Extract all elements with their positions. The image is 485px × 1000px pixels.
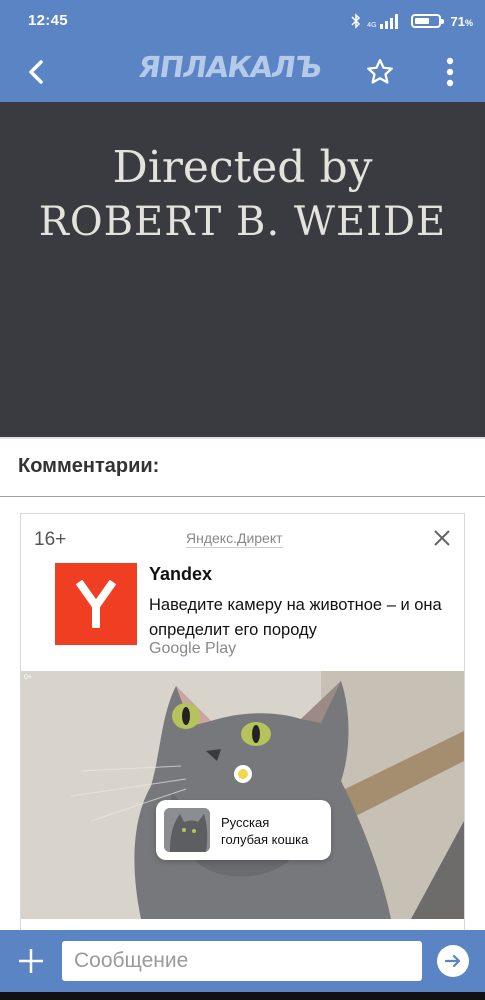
system-nav-strip — [0, 992, 485, 1000]
ad-image[interactable]: 0+ Русская голубая кошка — [21, 671, 464, 919]
cat-illustration — [21, 671, 464, 919]
ad-store-label[interactable]: Google Play — [149, 640, 236, 658]
send-button[interactable] — [437, 945, 469, 977]
divider — [0, 496, 485, 497]
close-icon — [434, 530, 450, 546]
status-icons: 4G 71% — [351, 11, 473, 31]
signal-icon: 4G — [367, 13, 400, 29]
status-bar: 12:45 4G 71% — [0, 0, 485, 42]
star-icon — [367, 59, 393, 84]
more-menu-button[interactable] — [436, 54, 464, 90]
breed-thumbnail — [164, 808, 210, 852]
ad-source-label[interactable]: Яндекс.Директ — [186, 530, 283, 548]
app-bar: ЯПЛАКАЛЪ — [0, 42, 485, 102]
battery-icon — [410, 14, 444, 28]
ad-close-button[interactable] — [430, 526, 454, 550]
plus-icon — [19, 949, 43, 973]
back-arrow-icon — [29, 60, 43, 84]
ad-title[interactable]: Yandex — [149, 564, 212, 585]
image-age-rating: 0+ — [24, 674, 32, 681]
message-input[interactable] — [62, 941, 422, 981]
credit-line-2: ROBERT B. WEIDE — [38, 199, 447, 245]
favorite-button[interactable] — [362, 54, 398, 90]
message-composer — [0, 930, 485, 992]
comments-heading: Комментарии: — [18, 455, 160, 477]
breed-label: Русская голубая кошка — [221, 815, 309, 847]
credit-line-1: Directed by — [112, 142, 373, 193]
more-vertical-icon — [446, 57, 454, 87]
ad-text[interactable]: Наведите камеру на животное – и она опре… — [149, 593, 454, 643]
tag-pointer-dot[interactable] — [234, 765, 252, 783]
battery-fill — [414, 18, 429, 24]
battery-percent: 71% — [450, 13, 473, 29]
divider — [0, 437, 485, 439]
yandex-logo[interactable] — [55, 563, 137, 645]
network-label: 4G — [367, 22, 377, 29]
bluetooth-icon — [351, 13, 361, 29]
status-time: 12:45 — [28, 12, 68, 29]
age-rating: 16+ — [34, 529, 67, 550]
add-attachment-button[interactable] — [16, 946, 46, 976]
ad-card[interactable]: 16+ Яндекс.Директ Yandex Наведите камеру… — [20, 513, 465, 933]
back-button[interactable] — [18, 54, 54, 90]
video-frame[interactable]: Directed by ROBERT B. WEIDE — [0, 102, 485, 437]
site-logo[interactable]: ЯПЛАКАЛЪ — [135, 50, 323, 90]
send-arrow-icon — [444, 954, 461, 968]
breed-tag-bubble[interactable]: Русская голубая кошка — [156, 800, 331, 860]
